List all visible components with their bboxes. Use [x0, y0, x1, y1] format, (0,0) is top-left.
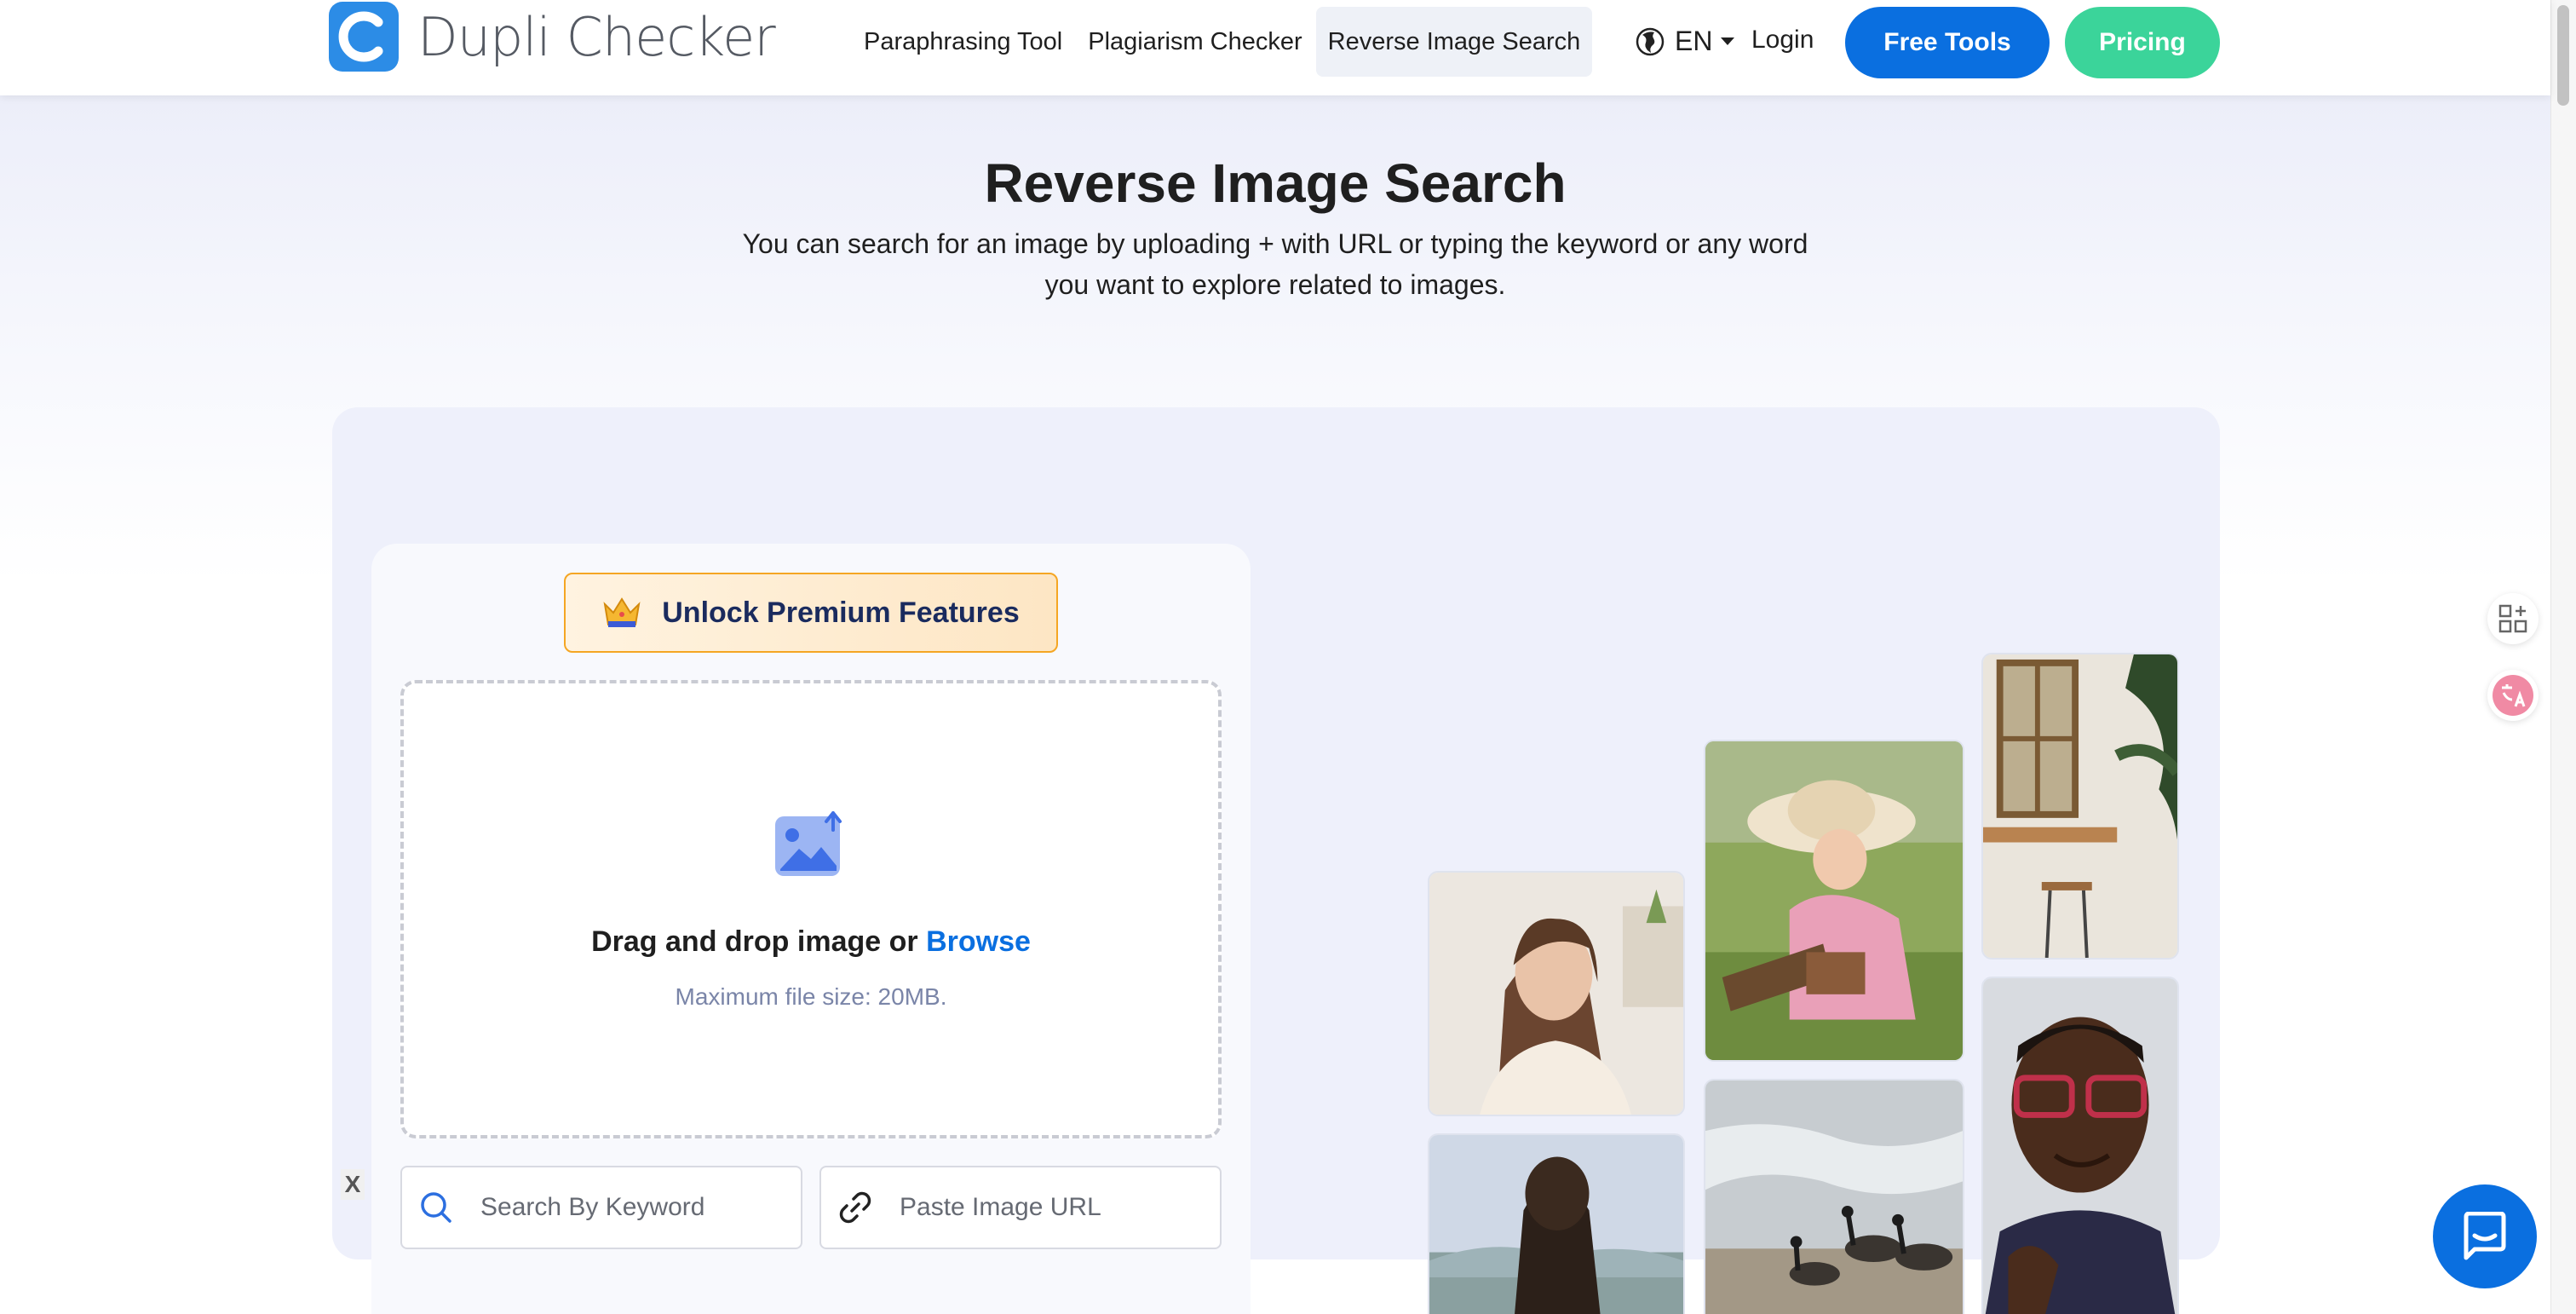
- translate-icon: [2493, 675, 2533, 716]
- unlock-premium-button[interactable]: Unlock Premium Features: [564, 573, 1058, 653]
- search-icon: [421, 1192, 451, 1223]
- sample-photo-man-glasses[interactable]: [1981, 977, 2179, 1314]
- image-upload-icon: [775, 811, 842, 876]
- login-link[interactable]: Login: [1751, 26, 1814, 55]
- apps-icon: [2498, 604, 2527, 633]
- translate-button[interactable]: [2487, 670, 2539, 721]
- max-file-size: Maximum file size: 20MB.: [675, 983, 947, 1010]
- main-nav: Paraphrasing Tool Plagiarism Checker Rev…: [852, 7, 1593, 77]
- sample-photo-geese-beach[interactable]: [1704, 1079, 1964, 1314]
- link-icon: [839, 1191, 871, 1224]
- sample-photo-woman-portrait[interactable]: [1428, 871, 1685, 1116]
- nav-reverse-image-search[interactable]: Reverse Image Search: [1315, 7, 1593, 77]
- url-input[interactable]: [900, 1193, 1189, 1222]
- logo-icon: [329, 2, 399, 72]
- apps-button[interactable]: [2487, 593, 2539, 644]
- page-title: Reverse Image Search: [984, 153, 1567, 214]
- drag-drop-label: Drag and drop image or: [591, 925, 927, 958]
- sample-photo-girl-reading[interactable]: [1704, 740, 1964, 1062]
- free-tools-button[interactable]: Free Tools: [1845, 7, 2050, 78]
- caret-down-icon: [1721, 37, 1735, 45]
- nav-plagiarism-checker[interactable]: Plagiarism Checker: [1076, 7, 1314, 77]
- page-subtitle: You can search for an image by uploading…: [699, 223, 1852, 305]
- keyword-input[interactable]: [480, 1193, 770, 1222]
- image-url-field[interactable]: [819, 1166, 1222, 1249]
- scrollbar-thumb[interactable]: [2557, 5, 2569, 106]
- crown-icon: [603, 597, 641, 627]
- keyword-search-field[interactable]: [400, 1166, 802, 1249]
- pricing-button[interactable]: Pricing: [2065, 7, 2220, 78]
- language-selector[interactable]: EN: [1636, 26, 1735, 57]
- subtitle-line-1: You can search for an image by uploading…: [742, 228, 1808, 259]
- site-header: Dupli Checker Paraphrasing Tool Plagiari…: [0, 0, 2550, 95]
- sample-photo-woman-landscape[interactable]: [1428, 1133, 1685, 1314]
- logo[interactable]: Dupli Checker: [329, 2, 776, 72]
- page-scrollbar[interactable]: [2550, 0, 2576, 1314]
- globe-icon: [1636, 27, 1665, 55]
- subtitle-line-2: you want to explore related to images.: [1044, 269, 1506, 300]
- image-dropzone[interactable]: [400, 680, 1222, 1138]
- language-label: EN: [1675, 26, 1713, 56]
- chat-icon: [2464, 1212, 2506, 1260]
- chat-button[interactable]: [2433, 1184, 2537, 1288]
- unlock-premium-label: Unlock Premium Features: [662, 596, 1020, 629]
- sample-photo-cafe-window[interactable]: [1981, 653, 2179, 960]
- drag-drop-text: Drag and drop image or Browse: [400, 925, 1222, 959]
- nav-paraphrasing-tool[interactable]: Paraphrasing Tool: [852, 7, 1074, 77]
- logo-text: Dupli Checker: [417, 5, 776, 68]
- browse-link[interactable]: Browse: [926, 925, 1031, 958]
- close-button[interactable]: X: [341, 1169, 365, 1200]
